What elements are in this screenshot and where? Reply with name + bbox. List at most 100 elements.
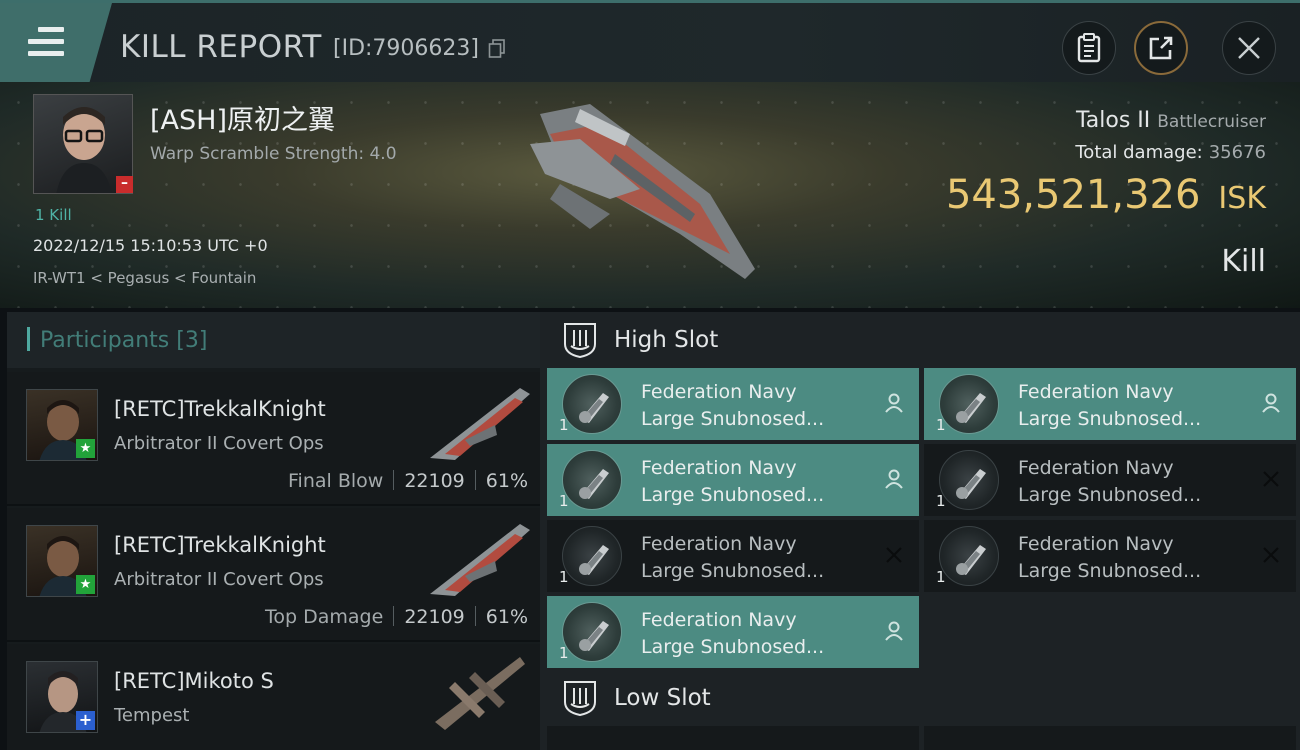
turret-module-icon xyxy=(562,450,622,510)
module-quantity: 1 xyxy=(936,492,946,510)
standing-star-icon: ★ xyxy=(76,439,95,458)
participant-percent: 61% xyxy=(485,470,528,492)
participant-stats: Top Damage 22109 61% xyxy=(265,606,528,628)
destroyed-x-icon xyxy=(1263,547,1279,563)
participant-damage: 22109 xyxy=(404,606,465,628)
turret-module-icon xyxy=(939,450,999,510)
dropped-person-icon xyxy=(1262,393,1280,413)
participant-row[interactable]: ★ [RETC]TrekkalKnight Arbitrator II Cove… xyxy=(7,372,540,506)
participant-ship: Arbitrator II Covert Ops xyxy=(114,569,324,590)
low-slot-icon xyxy=(564,681,596,716)
low-slot-label: Low Slot xyxy=(614,685,711,711)
module-name-line1: Federation Navy xyxy=(641,533,797,555)
module-tile[interactable]: 1 Federation Navy Large Snubnosed... xyxy=(924,520,1296,592)
module-quantity: 1 xyxy=(936,416,946,434)
participants-panel: Participants [3] ★ [RETC]TrekkalKnight A… xyxy=(7,312,540,750)
low-slot-module[interactable] xyxy=(547,726,919,750)
low-slot-module[interactable] xyxy=(924,726,1296,750)
standing-star-icon: ★ xyxy=(76,575,95,594)
dropped-person-icon xyxy=(885,621,903,641)
clipboard-icon xyxy=(1077,33,1101,63)
low-slot-header[interactable]: Low Slot xyxy=(540,670,1300,726)
module-name-line2: Large Snubnosed... xyxy=(641,560,825,582)
turret-module-icon xyxy=(939,526,999,586)
participant-row[interactable]: ★ [RETC]TrekkalKnight Arbitrator II Cove… xyxy=(7,508,540,642)
participant-name[interactable]: [RETC]Mikoto S xyxy=(114,669,274,693)
victim-ship-name[interactable]: Talos II Battlecruiser xyxy=(1076,108,1266,133)
participants-header: Participants [3] xyxy=(7,312,540,368)
module-name-line1: Federation Navy xyxy=(1018,457,1174,479)
destroyed-x-icon xyxy=(886,547,902,563)
kill-count: 1 Kill xyxy=(35,206,72,224)
warp-scramble-strength: Warp Scramble Strength: 4.0 xyxy=(150,144,397,164)
module-tile[interactable]: 1 Federation Navy Large Snubnosed... xyxy=(924,368,1296,440)
module-name-line1: Federation Navy xyxy=(641,609,797,631)
module-name-line2: Large Snubnosed... xyxy=(1018,560,1202,582)
module-tile[interactable]: 1 Federation Navy Large Snubnosed... xyxy=(547,596,919,668)
kill-summary-panel: – [ASH]原初之翼 Warp Scramble Strength: 4.0 … xyxy=(0,82,1300,308)
module-name-line2: Large Snubnosed... xyxy=(641,484,825,506)
high-slot-label: High Slot xyxy=(614,327,719,353)
module-quantity: 1 xyxy=(936,568,946,586)
menu-button[interactable] xyxy=(0,3,112,82)
participant-ship: Arbitrator II Covert Ops xyxy=(114,433,324,454)
turret-module-icon xyxy=(562,374,622,434)
turret-module-icon xyxy=(562,602,622,662)
participant-name[interactable]: [RETC]TrekkalKnight xyxy=(114,533,326,557)
module-name-line2: Large Snubnosed... xyxy=(641,636,825,658)
participant-ship-image[interactable] xyxy=(425,652,535,736)
copy-icon[interactable] xyxy=(488,39,506,59)
menu-icon xyxy=(28,27,64,63)
victim-ship-class: Battlecruiser xyxy=(1157,112,1266,132)
participant-name[interactable]: [RETC]TrekkalKnight xyxy=(114,397,326,421)
module-name-line2: Large Snubnosed... xyxy=(641,408,825,430)
module-name-line1: Federation Navy xyxy=(1018,533,1174,555)
standing-plus-icon: + xyxy=(76,711,95,730)
participant-ship: Tempest xyxy=(114,705,190,726)
participant-row[interactable]: + [RETC]Mikoto S Tempest xyxy=(7,644,540,750)
top-damage-label: Top Damage xyxy=(265,606,384,628)
share-button[interactable] xyxy=(1134,21,1188,75)
kill-id: [ID:7906623] xyxy=(333,36,479,61)
module-tile[interactable]: 1 Federation Navy Large Snubnosed... xyxy=(547,444,919,516)
participant-ship-image[interactable] xyxy=(425,516,535,600)
module-name-line2: Large Snubnosed... xyxy=(1018,484,1202,506)
participant-stats: Final Blow 22109 61% xyxy=(288,470,528,492)
dropped-person-icon xyxy=(885,393,903,413)
victim-ship-image[interactable] xyxy=(520,94,770,294)
kill-datetime: 2022/12/15 15:10:53 UTC +0 xyxy=(33,236,268,255)
close-icon xyxy=(1238,37,1260,59)
module-quantity: 1 xyxy=(559,568,569,586)
module-tile[interactable]: 1 Federation Navy Large Snubnosed... xyxy=(924,444,1296,516)
victim-name[interactable]: [ASH]原初之翼 xyxy=(150,98,335,137)
hostile-badge: – xyxy=(116,176,133,193)
module-quantity: 1 xyxy=(559,644,569,662)
module-name-line1: Federation Navy xyxy=(641,381,797,403)
isk-value: 543,521,326 ISK xyxy=(945,172,1266,218)
clipboard-button[interactable] xyxy=(1062,21,1116,75)
destroyed-x-icon xyxy=(1263,471,1279,487)
total-damage: Total damage: 35676 xyxy=(1075,142,1266,163)
high-slot-icon xyxy=(564,323,596,358)
share-icon xyxy=(1149,36,1173,60)
result-label: Kill xyxy=(1221,244,1266,279)
kill-location[interactable]: IR-WT1 < Pegasus < Fountain xyxy=(33,269,256,287)
close-button[interactable] xyxy=(1222,21,1276,75)
module-name-line1: Federation Navy xyxy=(641,457,797,479)
module-quantity: 1 xyxy=(559,416,569,434)
turret-module-icon xyxy=(562,526,622,586)
participant-percent: 61% xyxy=(485,606,528,628)
participant-damage: 22109 xyxy=(404,470,465,492)
module-tile[interactable]: 1 Federation Navy Large Snubnosed... xyxy=(547,520,919,592)
header-bar: KILL REPORT [ID:7906623] xyxy=(0,0,1300,82)
final-blow-label: Final Blow xyxy=(288,470,384,492)
turret-module-icon xyxy=(939,374,999,434)
module-tile[interactable]: 1 Federation Navy Large Snubnosed... xyxy=(547,368,919,440)
participants-count: [3] xyxy=(176,328,208,353)
module-name-line2: Large Snubnosed... xyxy=(1018,408,1202,430)
page-title: KILL REPORT xyxy=(120,29,322,65)
participant-ship-image[interactable] xyxy=(425,380,535,464)
fitting-panel: High Slot 1 Federation Navy Large Snubnose… xyxy=(540,312,1300,750)
module-name-line1: Federation Navy xyxy=(1018,381,1174,403)
high-slot-header[interactable]: High Slot xyxy=(540,312,1300,368)
